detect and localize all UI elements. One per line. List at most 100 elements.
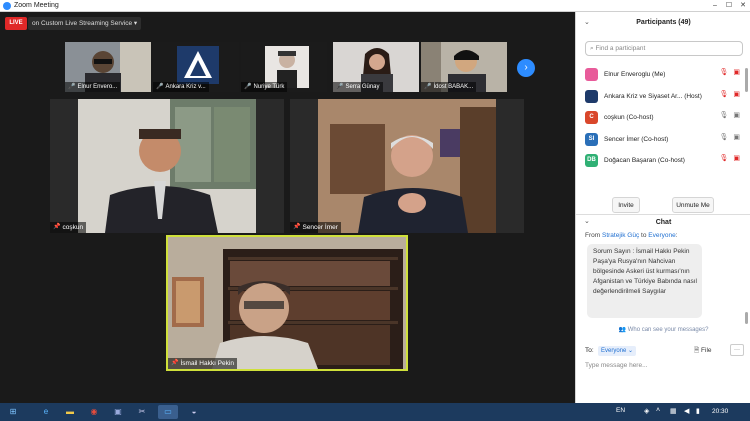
video-off-icon[interactable]: ▣ bbox=[733, 90, 740, 98]
avatar: DB bbox=[585, 154, 598, 168]
video-icon[interactable]: ▣ bbox=[733, 133, 740, 141]
tile-name: coşkun bbox=[62, 224, 84, 231]
zoom-window: Zoom Meeting – ☐ ✕ LIVE on Custom Live S… bbox=[0, 0, 750, 421]
more-options-button[interactable]: ··· bbox=[730, 344, 744, 356]
participant-video bbox=[290, 99, 524, 233]
next-page-arrow-icon[interactable]: › bbox=[517, 59, 535, 77]
video-tile[interactable]: 📌 coşkun bbox=[50, 99, 284, 233]
chat-scrollbar[interactable] bbox=[745, 312, 748, 324]
avatar: SI bbox=[585, 132, 598, 146]
participants-header: Participants (49) bbox=[636, 19, 691, 26]
volume-icon[interactable]: ◀ bbox=[684, 407, 689, 415]
mic-icon[interactable]: 🎙 bbox=[719, 133, 728, 141]
pin-icon: 📌 bbox=[53, 224, 61, 230]
windows-taskbar: ⊞ e ▬ ◉ ▣ ✂ ▭ ◒ EN ◈ ˄ ▦ ◀ ▮ 20:30 bbox=[0, 403, 750, 421]
mic-muted-icon: 🎤 bbox=[244, 84, 252, 90]
video-off-icon[interactable]: ▣ bbox=[733, 68, 740, 76]
thumbnail-name: İdost BABAK... bbox=[433, 84, 474, 90]
language-indicator[interactable]: EN bbox=[616, 407, 625, 414]
video-area: LIVE on Custom Live Streaming Service ▾ … bbox=[0, 12, 574, 403]
participant-thumbnail[interactable]: 🎤 Nuriye Türk bbox=[241, 42, 327, 92]
clock[interactable]: 20:30 bbox=[712, 408, 728, 415]
avatar: C bbox=[585, 111, 598, 125]
chrome-icon[interactable]: ◉ bbox=[84, 405, 104, 419]
participant-list: Elnur Enveroglu (Me) 🎙 ▣ Ankara Kriz ve S… bbox=[576, 64, 744, 172]
participant-row[interactable]: Elnur Enveroglu (Me) 🎙 ▣ bbox=[576, 64, 744, 86]
avatar-initials: C bbox=[589, 114, 594, 121]
thumbnail-name: Ankara Kriz v... bbox=[165, 84, 206, 90]
chat-recipient: Everyone bbox=[648, 232, 676, 239]
mic-muted-icon: 🎤 bbox=[424, 84, 432, 90]
app-icon[interactable]: ◒ bbox=[184, 405, 204, 419]
participant-scrollbar[interactable] bbox=[745, 68, 748, 92]
pin-icon: 📌 bbox=[171, 360, 179, 366]
participant-thumbnail[interactable]: 🎤 İdost BABAK... bbox=[421, 42, 507, 92]
chat-message-input[interactable]: Type message here... bbox=[585, 362, 745, 376]
title-bar: Zoom Meeting – ☐ ✕ bbox=[0, 0, 750, 12]
mic-icon[interactable]: 🎙 bbox=[719, 111, 728, 119]
participant-row[interactable]: C coşkun (Co-host) 🎙 ▣ bbox=[576, 107, 744, 129]
minimize-button[interactable]: – bbox=[708, 0, 722, 12]
who-can-see-link[interactable]: 👥 Who can see your messages? bbox=[576, 326, 750, 333]
participant-name: coşkun (Co-host) bbox=[604, 114, 654, 122]
video-off-icon[interactable]: ▣ bbox=[733, 154, 740, 162]
zoom-taskbar-icon[interactable]: ▭ bbox=[158, 405, 178, 419]
recipient-dropdown[interactable]: Everyone ⌄ bbox=[598, 346, 637, 356]
video-icon[interactable]: ▣ bbox=[733, 111, 740, 119]
thumbnail-name: Nuriye Türk bbox=[253, 84, 285, 90]
window-title: Zoom Meeting bbox=[14, 2, 59, 9]
mic-muted-icon: 🎤 bbox=[336, 84, 344, 90]
file-icon: 🗎 bbox=[694, 347, 702, 354]
browser-icon[interactable]: e bbox=[36, 405, 56, 419]
network-icon[interactable]: ▦ bbox=[670, 407, 677, 415]
participant-thumbnail[interactable]: 🎤 Serra Günay bbox=[333, 42, 419, 92]
mic-muted-icon: 🎤 bbox=[156, 84, 164, 90]
thumbnail-name: Elnur Envero... bbox=[77, 84, 118, 90]
avatar-initials: DB bbox=[587, 157, 596, 164]
participant-name: Sencer İmer (Co-host) bbox=[604, 135, 669, 143]
battery-icon[interactable]: ▮ bbox=[696, 407, 700, 415]
thumbnail-name: Serra Günay bbox=[345, 84, 380, 90]
stream-dropdown[interactable]: on Custom Live Streaming Service ▾ bbox=[28, 17, 142, 30]
tile-name: Sencer İmer bbox=[302, 224, 338, 231]
app-icon[interactable]: ✂ bbox=[132, 405, 152, 419]
participant-name: Elnur Enveroglu (Me) bbox=[604, 71, 666, 79]
mic-muted-icon[interactable]: 🎙 bbox=[719, 90, 728, 98]
video-tile[interactable]: 📌 Sencer İmer bbox=[290, 99, 524, 233]
unmute-me-button[interactable]: Unmute Me bbox=[672, 197, 714, 213]
active-speaker-tile[interactable]: 📌 İsmail Hakkı Pekin bbox=[166, 235, 408, 371]
shield-icon[interactable]: ◈ bbox=[644, 407, 649, 415]
maximize-button[interactable]: ☐ bbox=[722, 0, 736, 12]
start-button-icon[interactable]: ⊞ bbox=[4, 405, 22, 419]
avatar bbox=[585, 89, 598, 103]
participant-search-input[interactable]: ⌕ Find a participant bbox=[585, 41, 743, 56]
participant-video bbox=[50, 99, 284, 233]
chat-header: Chat bbox=[576, 214, 750, 230]
participant-row[interactable]: SI Sencer İmer (Co-host) 🎙 ▣ bbox=[576, 129, 744, 151]
participant-thumbnail[interactable]: 🎤 Elnur Envero... bbox=[65, 42, 151, 92]
participant-thumbnail[interactable]: 🎤 Ankara Kriz v... bbox=[153, 42, 239, 92]
avatar-initials: SI bbox=[588, 135, 595, 142]
participant-name: Ankara Kriz ve Siyaset Ar... (Host) bbox=[604, 92, 702, 100]
chat-message: Sorum Sayın : İsmail Hakkı Pekin Paşa'ya… bbox=[587, 244, 702, 318]
file-button[interactable]: 🗎 File bbox=[694, 346, 712, 357]
chevron-up-icon[interactable]: ˄ bbox=[656, 407, 660, 414]
pin-icon: 📌 bbox=[293, 224, 301, 230]
app-icon[interactable]: ▣ bbox=[108, 405, 128, 419]
search-placeholder: Find a participant bbox=[595, 45, 646, 52]
chat-sender-line: From Stratejik Güç to Everyone: bbox=[585, 232, 678, 239]
tile-name: İsmail Hakkı Pekin bbox=[180, 360, 234, 367]
mic-muted-icon[interactable]: 🎙 bbox=[719, 68, 728, 76]
participant-name: Doğacan Başaran (Co-host) bbox=[604, 157, 685, 165]
participant-row[interactable]: DB Doğacan Başaran (Co-host) 🎙 ▣ bbox=[576, 150, 744, 172]
avatar bbox=[585, 68, 598, 82]
participants-chat-panel: ⌄ Participants (49) ⌕ Find a participant… bbox=[575, 12, 750, 403]
folder-icon[interactable]: ▬ bbox=[60, 405, 80, 419]
live-button[interactable]: LIVE bbox=[5, 17, 27, 30]
mic-muted-icon: 🎤 bbox=[68, 84, 76, 90]
invite-button[interactable]: Invite bbox=[612, 197, 640, 213]
close-button[interactable]: ✕ bbox=[736, 0, 750, 12]
mic-muted-icon[interactable]: 🎙 bbox=[719, 154, 728, 162]
chat-sender[interactable]: Stratejik Güç bbox=[602, 232, 639, 239]
participant-row[interactable]: Ankara Kriz ve Siyaset Ar... (Host) 🎙 ▣ bbox=[576, 86, 744, 108]
